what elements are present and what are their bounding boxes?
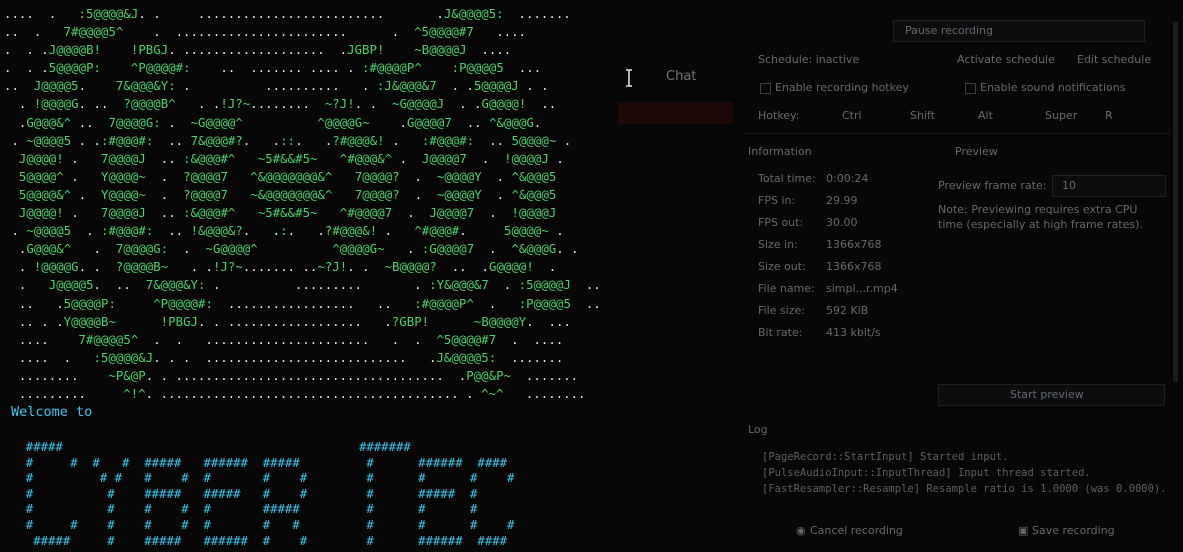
info-label: Total time: [758,172,816,185]
schedule-status: Schedule: inactive [758,53,860,66]
info-label: Size out: [758,260,806,273]
info-value: 1366x768 [826,260,882,273]
ascii-art-line: .... . :5@@@@&J. . .....................… [4,7,571,21]
welcome-text: Welcome to [11,404,93,420]
preview-note: Note: Previewing requires extra CPU time… [938,203,1143,231]
ascii-art-line: .G@@@&^ . 7@@@@G: . ~G@@@@^ ^@@@@G~ . :G… [4,242,579,257]
info-label: File name: [758,282,815,295]
ascii-art-line: . ~@@@@5 . :#@@@#: .. !&@@@&?. .:. .?#@@… [4,224,564,239]
edit-schedule-button[interactable]: Edit schedule [1077,53,1151,66]
ascii-art-line: .G@@@&^ .. 7@@@@G: . ~G@@@@^ ^@@@@G~ .G@… [4,115,542,130]
ascii-art-line: .. . 7#@@@@5^ . ....................... … [4,25,527,40]
ascii-art-line: . !@@@@G. . ?@@@@B~ . .!J?~....... ..~?J… [4,260,557,275]
cancel-recording-icon: ◉ [796,524,806,537]
banner-line: # # ##### ##### # # # ##### # [11,486,478,501]
hotkey-alt[interactable]: Alt [978,109,993,122]
banner-line: ##### # ##### ###### # # # ###### #### [11,533,508,548]
ascii-art-line: ........ ~P&@P. . ......................… [4,368,579,383]
hotkey-super[interactable]: Super [1045,109,1077,122]
terminal-window[interactable]: .... . :5@@@@&J. . .....................… [0,0,620,552]
ascii-art-line: .... 7#@@@@5^ . . ......................… [4,332,564,347]
ascii-art-line: . ~@@@@5 . .:#@@@#: .. 7&@@@#?. .::. .?#… [4,133,572,148]
info-value: 413 kbit/s [826,326,881,339]
ascii-art-line: . J@@@@5. .. 7&@@@&Y: . ......... . :Y&@… [4,278,601,293]
hotkey-label: Hotkey: [758,109,800,122]
info-label: Bit rate: [758,326,803,339]
ascii-art-line: .... . :5@@@@&J. . . ...................… [4,350,564,365]
ascii-art-line: J@@@@! . 7@@@@J .. :&@@@#^ ~5#&&#5~ ^#@@… [18,206,557,221]
banner-line: # # # # # ##### # # # [11,502,478,517]
save-recording-icon: ▣ [1018,524,1029,537]
info-value: 592 KiB [826,304,869,317]
ascii-art-line: 5@@@@^ . Y@@@@~ . ?@@@@7 ^&@@@@@@@&^ 7@@… [18,169,557,184]
preview-frame-rate-label: Preview frame rate: [938,179,1047,192]
info-label: FPS out: [758,216,804,229]
ascii-banner: ##### ####### # # # # ##### ###### #####… [11,440,515,549]
ascii-art-line: .. .5@@@@P: ^P@@@@#: ................. .… [4,296,601,311]
info-value: simpl...r.mp4 [826,282,898,295]
ascii-art-line: .. . .Y@@@@B~ !PBGJ. . .................… [4,314,571,329]
background-scrollbar[interactable] [1173,22,1178,382]
ascii-art-line: . . .5@@@@P: ^P@@@@#: .. ....... .... . … [4,61,542,76]
enable-hotkey-label: Enable recording hotkey [775,81,909,94]
divider [745,133,1170,134]
ascii-art: .... . :5@@@@&J. . .....................… [4,5,601,403]
ascii-art-line: 5@@@@&^ . Y@@@@~ . ?@@@@7 ~&@@@@@@@&^ 7@… [18,187,557,202]
log-line: [FastResampler::Resample] Resample ratio… [762,483,1167,495]
start-preview-label: Start preview [1010,388,1084,401]
banner-line: # # # # # # # # # # # # [11,517,515,532]
banner-line: ##### ####### [11,440,411,454]
log-heading: Log [748,423,768,436]
enable-sound-checkbox[interactable] [965,83,976,94]
ascii-art-line: J@@@@! . 7@@@@J .. :&@@@#^ ~5#&&#5~ ^#@@… [18,151,564,166]
info-label: Size in: [758,238,798,251]
activate-schedule-button[interactable]: Activate schedule [957,53,1055,66]
log-line: [PulseAudioInput::InputThread] Input thr… [762,467,1091,479]
info-value: 30.00 [826,216,858,229]
enable-sound-label: Enable sound notifications [980,81,1126,94]
chat-label: Chat [666,69,697,84]
cancel-recording-button[interactable]: Cancel recording [810,524,903,537]
save-recording-button[interactable]: Save recording [1032,524,1115,537]
ascii-art-line: .. J@@@@5. 7&@@@&Y: . .......... . :J&@@… [4,79,549,94]
highlight-bar [618,102,733,124]
hotkey-key[interactable]: R [1105,109,1113,122]
information-heading: Information [748,145,812,158]
info-label: File size: [758,304,805,317]
ibeam-cursor-icon [626,69,632,87]
preview-frame-rate-value: 10 [1062,179,1076,192]
hotkey-ctrl[interactable]: Ctrl [842,109,862,122]
ascii-art-line: . . .J@@@@B! !PBGJ. ................... … [4,43,512,58]
pause-recording-label: Pause recording [905,24,993,37]
info-value: 1366x768 [826,238,882,251]
info-value: 29.99 [826,194,858,207]
info-label: FPS in: [758,194,796,207]
hotkey-shift[interactable]: Shift [910,109,935,122]
banner-line: # # # # ##### ###### ##### # ###### #### [11,455,508,470]
banner-line: # # # # # # # # # # # # [11,471,515,486]
ascii-art-line: ......... ^!^. .........................… [4,386,586,401]
ascii-art-line: . !@@@@G. .. ?@@@@B^ . .!J?~........ ~?J… [4,97,557,112]
enable-hotkey-checkbox[interactable] [760,83,771,94]
info-value: 0:00:24 [826,172,869,185]
preview-heading: Preview [955,145,998,158]
log-line: [PageRecord::StartInput] Started input. [762,451,1009,463]
